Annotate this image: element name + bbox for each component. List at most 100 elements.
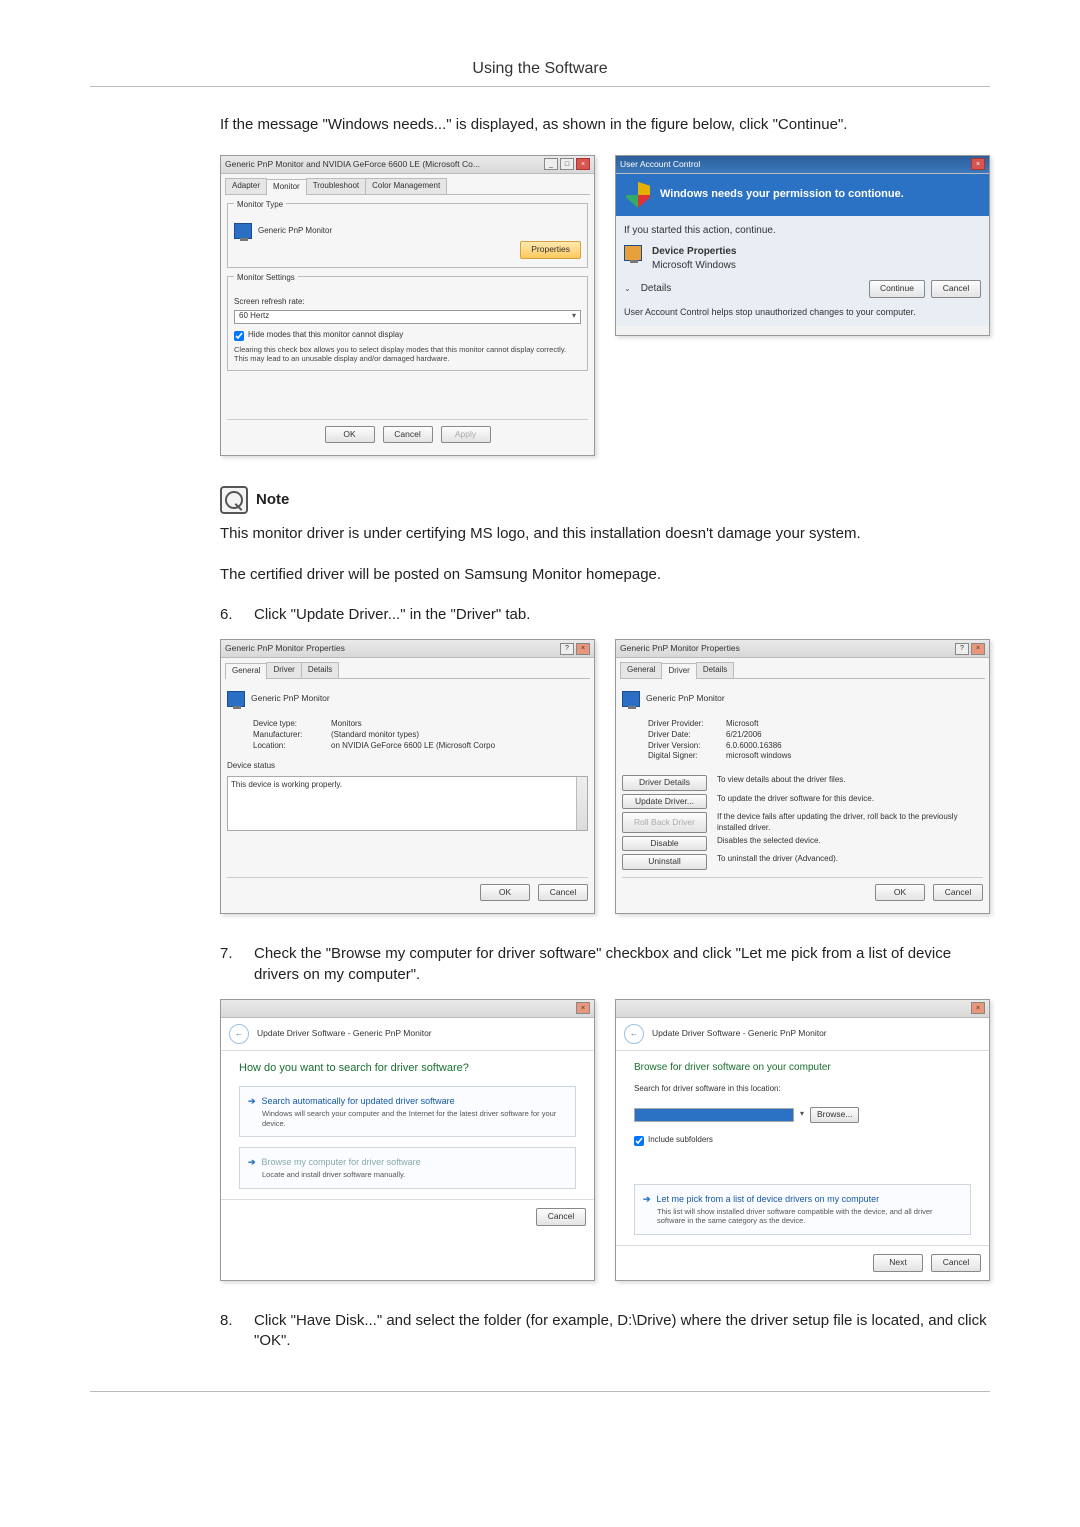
- wizard-option-pick-list[interactable]: ➔Let me pick from a list of device drive…: [634, 1184, 971, 1236]
- cancel-button[interactable]: Cancel: [538, 884, 588, 901]
- cancel-button[interactable]: Cancel: [931, 280, 981, 297]
- arrow-icon: ➔: [248, 1156, 256, 1168]
- location-input[interactable]: [634, 1108, 794, 1122]
- shield-icon: [626, 182, 650, 208]
- action-desc: To view details about the driver files.: [717, 775, 983, 790]
- back-icon[interactable]: ←: [624, 1024, 644, 1044]
- header-divider: [90, 86, 990, 87]
- dialog-titlebar: Generic PnP Monitor and NVIDIA GeForce 6…: [221, 156, 594, 174]
- device-properties-general: Generic PnP Monitor Properties ?× Genera…: [220, 639, 595, 914]
- tab-driver[interactable]: Driver: [661, 663, 696, 679]
- monitor-icon: [622, 691, 640, 707]
- uac-footer-text: User Account Control helps stop unauthor…: [624, 306, 981, 318]
- kv-value: Monitors: [331, 719, 362, 730]
- step-number-7: 7.: [220, 944, 240, 985]
- uninstall-button[interactable]: Uninstall: [622, 854, 707, 869]
- option-desc: This list will show installed driver sof…: [657, 1207, 962, 1227]
- roll-back-driver-button[interactable]: Roll Back Driver: [622, 812, 707, 833]
- minimize-icon[interactable]: _: [544, 158, 558, 170]
- tab-details[interactable]: Details: [301, 662, 339, 678]
- properties-button[interactable]: Properties: [520, 241, 581, 258]
- cancel-button[interactable]: Cancel: [931, 1254, 981, 1271]
- cancel-button[interactable]: Cancel: [536, 1208, 586, 1225]
- tab-troubleshoot[interactable]: Troubleshoot: [306, 178, 366, 194]
- tab-color-management[interactable]: Color Management: [365, 178, 447, 194]
- refresh-rate-dropdown[interactable]: 60 Hertz ▾: [234, 310, 581, 324]
- close-icon[interactable]: ×: [971, 158, 985, 170]
- step-number-6: 6.: [220, 605, 240, 625]
- apply-button[interactable]: Apply: [441, 426, 491, 443]
- step-7-text: Check the "Browse my computer for driver…: [254, 944, 990, 985]
- ok-button[interactable]: OK: [480, 884, 530, 901]
- continue-button[interactable]: Continue: [869, 280, 925, 297]
- browse-button[interactable]: Browse...: [810, 1107, 859, 1122]
- details-toggle[interactable]: Details: [641, 282, 672, 296]
- footer-divider: [90, 1391, 990, 1392]
- close-icon[interactable]: ×: [971, 1002, 985, 1014]
- tab-driver[interactable]: Driver: [266, 662, 301, 678]
- step-number-8: 8.: [220, 1311, 240, 1352]
- tab-monitor[interactable]: Monitor: [266, 179, 307, 195]
- uac-publisher: Microsoft Windows: [652, 259, 737, 273]
- ok-button[interactable]: OK: [875, 884, 925, 901]
- option-title: Browse my computer for driver software: [262, 1156, 421, 1168]
- driver-details-button[interactable]: Driver Details: [622, 775, 707, 790]
- cancel-button[interactable]: Cancel: [383, 426, 433, 443]
- note-paragraph-2: The certified driver will be posted on S…: [220, 565, 990, 585]
- monitor-name: Generic PnP Monitor: [258, 226, 332, 237]
- help-icon[interactable]: ?: [560, 643, 574, 655]
- option-desc: Locate and install driver software manua…: [262, 1170, 567, 1180]
- wizard-option-browse[interactable]: ➔Browse my computer for driver software …: [239, 1147, 576, 1189]
- note-icon: [220, 486, 248, 514]
- breadcrumb: Update Driver Software - Generic PnP Mon…: [257, 1028, 432, 1039]
- close-icon[interactable]: ×: [576, 643, 590, 655]
- tab-details[interactable]: Details: [696, 662, 734, 678]
- tab-adapter[interactable]: Adapter: [225, 178, 267, 194]
- dialog-titlebar: ×: [221, 1000, 594, 1018]
- arrow-icon: ➔: [248, 1095, 256, 1107]
- program-icon: [624, 245, 642, 261]
- tab-strip: Adapter Monitor Troubleshoot Color Manag…: [225, 178, 590, 195]
- chevron-down-icon[interactable]: ⌄: [624, 284, 631, 295]
- maximize-icon[interactable]: □: [560, 158, 574, 170]
- kv-value: 6/21/2006: [726, 730, 762, 741]
- note-paragraph-1: This monitor driver is under certifying …: [220, 524, 990, 544]
- close-icon[interactable]: ×: [576, 1002, 590, 1014]
- uac-banner-text: Windows needs your permission to contion…: [660, 187, 904, 202]
- close-icon[interactable]: ×: [576, 158, 590, 170]
- kv-key: Location:: [253, 741, 325, 752]
- cancel-button[interactable]: Cancel: [933, 884, 983, 901]
- kv-value: on NVIDIA GeForce 6600 LE (Microsoft Cor…: [331, 741, 495, 752]
- update-driver-button[interactable]: Update Driver...: [622, 794, 707, 809]
- action-desc: To update the driver software for this d…: [717, 794, 983, 809]
- include-subfolders-checkbox[interactable]: [634, 1136, 644, 1146]
- next-button[interactable]: Next: [873, 1254, 923, 1271]
- breadcrumb: Update Driver Software - Generic PnP Mon…: [652, 1028, 827, 1039]
- action-desc: To uninstall the driver (Advanced).: [717, 854, 983, 869]
- figure-row-3: × ← Update Driver Software - Generic PnP…: [220, 999, 990, 1281]
- device-status-label: Device status: [227, 761, 588, 772]
- page-title: Using the Software: [90, 58, 990, 80]
- wizard-search-method: × ← Update Driver Software - Generic PnP…: [220, 999, 595, 1281]
- wizard-option-auto[interactable]: ➔Search automatically for updated driver…: [239, 1086, 576, 1138]
- back-icon[interactable]: ←: [229, 1024, 249, 1044]
- kv-value: microsoft windows: [726, 751, 791, 762]
- tab-general[interactable]: General: [225, 663, 267, 679]
- monitor-type-label: Monitor Type: [234, 200, 286, 211]
- device-status-box: This device is working properly.: [227, 776, 588, 831]
- chevron-down-icon: ▾: [572, 311, 576, 322]
- kv-key: Digital Signer:: [648, 751, 720, 762]
- dialog-title-text: Generic PnP Monitor and NVIDIA GeForce 6…: [225, 159, 544, 170]
- tab-general[interactable]: General: [620, 662, 662, 678]
- uac-program-name: Device Properties: [652, 245, 737, 259]
- step-8-text: Click "Have Disk..." and select the fold…: [254, 1311, 990, 1352]
- ok-button[interactable]: OK: [325, 426, 375, 443]
- kv-value: (Standard monitor types): [331, 730, 419, 741]
- chevron-down-icon[interactable]: ▾: [800, 1109, 804, 1120]
- device-name: Generic PnP Monitor: [646, 693, 725, 704]
- hide-modes-checkbox[interactable]: [234, 331, 244, 341]
- search-location-label: Search for driver software in this locat…: [634, 1084, 971, 1095]
- close-icon[interactable]: ×: [971, 643, 985, 655]
- disable-button[interactable]: Disable: [622, 836, 707, 851]
- help-icon[interactable]: ?: [955, 643, 969, 655]
